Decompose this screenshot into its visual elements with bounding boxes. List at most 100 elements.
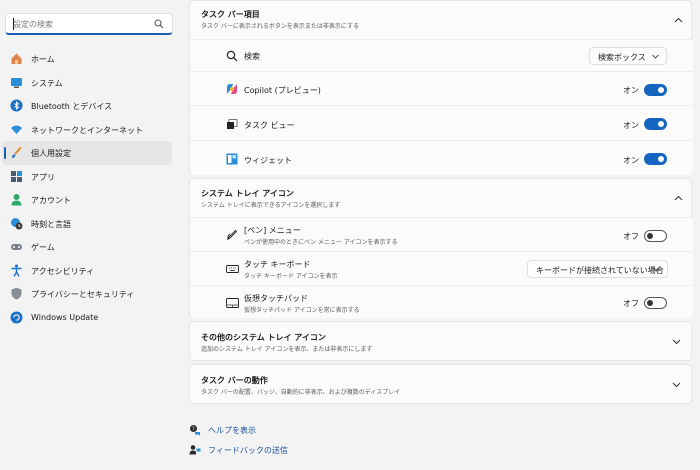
chevron-up-icon[interactable] [674, 17, 683, 23]
sidebar-item-label: ホーム [31, 55, 55, 64]
accessibility-icon [11, 264, 22, 277]
row-description: ペンが使用中のときにペン メニュー アイコンを表示する [244, 239, 398, 246]
copilot-icon [227, 84, 237, 94]
bluetooth-icon [10, 99, 23, 112]
task-view-row: タスク ビュー オン [190, 105, 693, 140]
update-icon [10, 311, 23, 323]
sidebar-item-gaming[interactable]: ゲーム [2, 235, 172, 259]
widgets-row: ウィジェット オン [190, 140, 693, 175]
shield-icon [11, 287, 22, 300]
toggle-state-label: オン [623, 121, 639, 130]
sidebar-item-label: アプリ [31, 172, 55, 182]
row-label: 検索 [244, 52, 260, 61]
sidebar-item-label: アカウント [31, 196, 71, 205]
task-view-icon [227, 119, 238, 129]
section-description: タスク バーに表示されるボタンを表示または非表示にする [201, 23, 359, 30]
apps-icon [11, 170, 22, 182]
taskbar-items-header[interactable]: タスク バー項目 タスク バーに表示されるボタンを表示または非表示にする [190, 1, 693, 39]
toggle-state-label: オン [623, 86, 639, 95]
chevron-down-icon[interactable] [672, 382, 681, 388]
brush-icon [12, 146, 22, 158]
virtual-touchpad-toggle[interactable] [644, 297, 667, 309]
system-tray-header[interactable]: システム トレイ アイコン システム トレイに表示できるアイコンを選択します [190, 179, 693, 217]
row-description: タッチ キーボード アイコンを表示 [244, 273, 338, 280]
sidebar-item-label: プライバシーとセキュリティ [31, 290, 135, 299]
taskbar-behaviors-section[interactable]: タスク バーの動作 タスク バーの配置、バッジ、自動的に非表示、および複数のディ… [189, 364, 692, 404]
chevron-down-icon [653, 267, 660, 272]
search-row: 検索 検索ボックス [190, 39, 693, 71]
sidebar-item-label: Bluetooth とデバイス [31, 102, 113, 111]
toggle-state-label: オフ [623, 232, 639, 241]
sidebar-item-bluetooth[interactable]: Bluetooth とデバイス [2, 94, 172, 118]
section-description: 追加のシステム トレイ アイコンを表示、または非表示にします [201, 346, 373, 353]
link-label: ヘルプを表示 [208, 426, 256, 435]
toggle-state-label: オフ [623, 299, 639, 308]
chevron-down-icon [652, 54, 659, 59]
chevron-up-icon[interactable] [674, 195, 683, 201]
chevron-down-icon[interactable] [672, 339, 681, 345]
section-title: タスク バー項目 [201, 10, 260, 19]
row-label: ウィジェット [244, 156, 292, 165]
clock-globe-icon [11, 217, 23, 229]
system-icon [11, 77, 22, 88]
account-icon [11, 194, 22, 206]
sidebar-item-windows-update[interactable]: Windows Update [2, 306, 172, 330]
section-title: システム トレイ アイコン [201, 189, 294, 198]
sidebar-item-system[interactable]: システム [2, 71, 172, 95]
taskbar-items-section: タスク バー項目 タスク バーに表示されるボタンを表示または非表示にする 検索 … [189, 0, 693, 175]
other-tray-icons-section[interactable]: その他のシステム トレイ アイコン 追加のシステム トレイ アイコンを表示、また… [189, 321, 692, 361]
sidebar-item-label: 個人用設定 [31, 149, 71, 158]
sidebar-item-time-language[interactable]: 時刻と言語 [2, 212, 172, 236]
keyboard-icon [226, 265, 239, 273]
sidebar-item-network[interactable]: ネットワークとインターネット [2, 118, 172, 142]
pen-menu-row: [ペン] メニュー ペンが使用中のときにペン メニュー アイコンを表示する オフ [190, 217, 693, 251]
search-input[interactable]: 設定の検索 [5, 13, 173, 35]
sidebar-item-apps[interactable]: アプリ [2, 165, 172, 189]
row-description: 仮想タッチパッド アイコンを常に表示する [244, 307, 360, 314]
touch-keyboard-row: タッチ キーボード タッチ キーボード アイコンを表示 キーボードが接続されてい… [190, 251, 693, 285]
feedback-icon [189, 445, 201, 455]
search-placeholder: 設定の検索 [13, 20, 53, 29]
toggle-state-label: オン [623, 156, 639, 165]
pen-menu-toggle[interactable] [644, 230, 667, 242]
touch-keyboard-dropdown[interactable]: キーボードが接続されていない場合 [527, 260, 668, 278]
sidebar-item-accounts[interactable]: アカウント [2, 188, 172, 212]
dropdown-value: 検索ボックス [598, 53, 646, 62]
dropdown-value: キーボードが接続されていない場合 [536, 266, 664, 275]
copilot-toggle[interactable] [644, 84, 667, 96]
widgets-toggle[interactable] [644, 153, 667, 165]
sidebar-item-home[interactable]: ホーム [2, 47, 172, 71]
home-icon [11, 53, 22, 64]
section-title: その他のシステム トレイ アイコン [201, 333, 326, 342]
sidebar-item-label: ゲーム [31, 243, 55, 252]
system-tray-section: システム トレイ アイコン システム トレイに表示できるアイコンを選択します [… [189, 178, 693, 318]
sidebar-item-label: アクセシビリティ [31, 266, 95, 276]
sidebar-item-privacy[interactable]: プライバシーとセキュリティ [2, 282, 172, 306]
search-style-dropdown[interactable]: 検索ボックス [589, 47, 667, 65]
section-title: タスク バーの動作 [201, 376, 268, 385]
row-label: Copilot (プレビュー) [244, 86, 321, 95]
touchpad-icon [226, 298, 239, 308]
sidebar-item-label: Windows Update [31, 312, 99, 322]
copilot-row: Copilot (プレビュー) オン [190, 71, 693, 105]
sidebar-item-label: システム [31, 78, 63, 88]
row-label: [ペン] メニュー [244, 226, 301, 235]
widgets-icon [226, 153, 238, 165]
wifi-icon [11, 125, 22, 134]
svg-text:?: ? [192, 426, 195, 432]
sidebar-item-personalization[interactable]: 個人用設定 [2, 141, 172, 165]
gamepad-icon [11, 244, 22, 250]
virtual-touchpad-row: 仮想タッチパッド 仮想タッチパッド アイコンを常に表示する オフ [190, 285, 693, 318]
sidebar-item-label: ネットワークとインターネット [31, 125, 143, 135]
sidebar-item-accessibility[interactable]: アクセシビリティ [2, 259, 172, 283]
section-description: システム トレイに表示できるアイコンを選択します [201, 202, 341, 209]
nav-list: ホーム システム Bluetooth とデバイス ネットワークとインターネット … [2, 47, 172, 329]
sidebar-item-label: 時刻と言語 [31, 219, 71, 229]
help-icon: ? [190, 425, 200, 436]
search-icon[interactable] [154, 19, 164, 29]
link-label: フィードバックの送信 [208, 446, 288, 455]
pen-icon [226, 229, 238, 241]
section-description: タスク バーの配置、バッジ、自動的に非表示、および複数のディスプレイ [201, 389, 401, 396]
task-view-toggle[interactable] [644, 118, 667, 130]
row-label: タッチ キーボード [244, 260, 311, 269]
